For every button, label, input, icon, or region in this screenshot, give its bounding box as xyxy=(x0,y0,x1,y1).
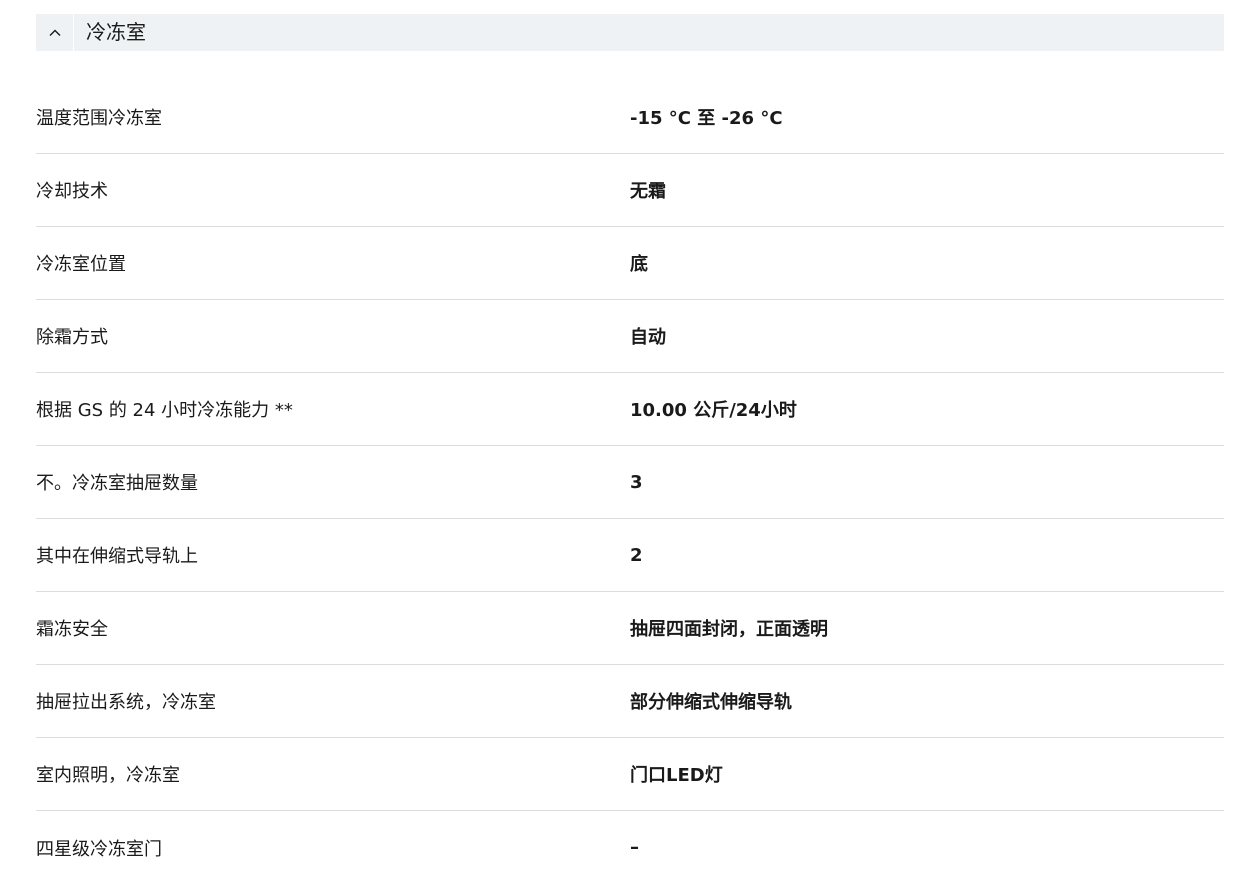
spec-value: 底 xyxy=(630,254,648,275)
spec-label: 冷冻室位置 xyxy=(36,254,126,275)
spec-value: -15 °C 至 -26 °C xyxy=(630,108,783,129)
spec-label: 根据 GS 的 24 小时冷冻能力 ** xyxy=(36,400,293,421)
spec-row: 除霜方式 自动 xyxy=(36,300,1224,373)
spec-row: 其中在伸缩式导轨上 2 xyxy=(36,519,1224,592)
spec-value: 3 xyxy=(630,471,643,493)
spec-value: 自动 xyxy=(630,327,666,348)
spec-label: 冷却技术 xyxy=(36,181,108,202)
spec-value: 无霜 xyxy=(630,181,666,202)
spec-value: 抽屉四面封闭，正面透明 xyxy=(630,619,828,640)
spec-label: 其中在伸缩式导轨上 xyxy=(36,546,198,567)
spec-list: 温度范围冷冻室 -15 °C 至 -26 °C 冷却技术 无霜 冷冻室位置 底 … xyxy=(36,81,1224,884)
spec-value: 2 xyxy=(630,544,643,566)
spec-row: 霜冻安全 抽屉四面封闭，正面透明 xyxy=(36,592,1224,665)
spec-row: 根据 GS 的 24 小时冷冻能力 ** 10.00 公斤/24小时 xyxy=(36,373,1224,446)
section-header[interactable]: 冷冻室 xyxy=(36,14,1224,51)
spec-label: 室内照明，冷冻室 xyxy=(36,765,180,786)
spec-label: 不。冷冻室抽屉数量 xyxy=(36,473,198,494)
spec-row: 室内照明，冷冻室 门口LED灯 xyxy=(36,738,1224,811)
spec-row: 温度范围冷冻室 -15 °C 至 -26 °C xyxy=(36,81,1224,154)
spec-value: 门口LED灯 xyxy=(630,765,723,786)
freezer-section: 冷冻室 温度范围冷冻室 -15 °C 至 -26 °C 冷却技术 无霜 冷冻室位… xyxy=(36,14,1224,884)
spec-row: 四星级冷冻室门 – xyxy=(36,811,1224,884)
section-title: 冷冻室 xyxy=(86,20,146,44)
spec-row: 冷冻室位置 底 xyxy=(36,227,1224,300)
spec-label: 霜冻安全 xyxy=(36,619,108,640)
chevron-up-icon[interactable] xyxy=(36,14,74,51)
spec-row: 不。冷冻室抽屉数量 3 xyxy=(36,446,1224,519)
spec-label: 除霜方式 xyxy=(36,327,108,348)
spec-value: – xyxy=(630,837,639,858)
spec-label: 温度范围冷冻室 xyxy=(36,108,162,129)
spec-label: 四星级冷冻室门 xyxy=(36,838,162,860)
spec-row: 抽屉拉出系统，冷冻室 部分伸缩式伸缩导轨 xyxy=(36,665,1224,738)
spec-row: 冷却技术 无霜 xyxy=(36,154,1224,227)
spec-value: 部分伸缩式伸缩导轨 xyxy=(630,692,792,713)
spec-value: 10.00 公斤/24小时 xyxy=(630,400,797,421)
spec-label: 抽屉拉出系统，冷冻室 xyxy=(36,692,216,713)
